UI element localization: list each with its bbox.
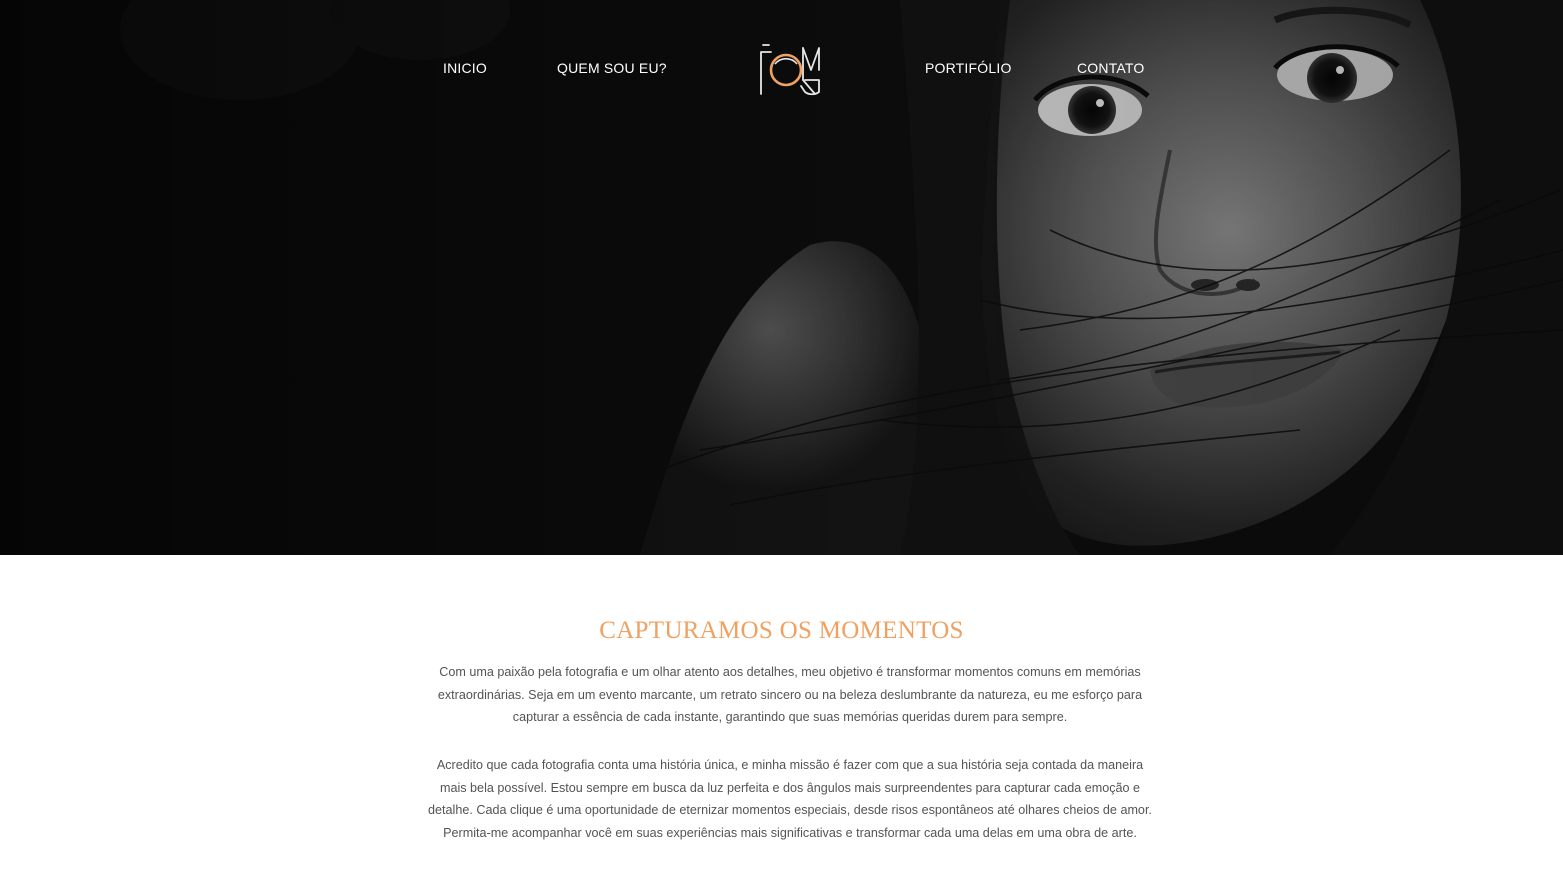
main-navigation: INICIO QUEM SOU EU? PORTIFÓLIO CONTATO bbox=[0, 0, 1563, 140]
about-paragraph-1: Com uma paixão pela fotografia e um olha… bbox=[437, 665, 1143, 725]
nav-link-quem-sou-eu[interactable]: QUEM SOU EU? bbox=[557, 60, 667, 76]
hero-section: INICIO QUEM SOU EU? PORTIFÓLIO CONTATO bbox=[0, 0, 1563, 555]
about-paragraph-2: Acredito que cada fotografia conta uma h… bbox=[428, 758, 1152, 840]
section-title: CAPTURAMOS OS MOMENTOS bbox=[599, 617, 964, 644]
nav-link-inicio[interactable]: INICIO bbox=[443, 60, 487, 76]
camera-monogram-logo-icon[interactable] bbox=[755, 40, 825, 100]
nav-link-portifolio[interactable]: PORTIFÓLIO bbox=[925, 60, 1012, 76]
about-section: CAPTURAMOS OS MOMENTOS Com uma paixão pe… bbox=[0, 555, 1563, 896]
nav-link-contato[interactable]: CONTATO bbox=[1077, 60, 1145, 76]
